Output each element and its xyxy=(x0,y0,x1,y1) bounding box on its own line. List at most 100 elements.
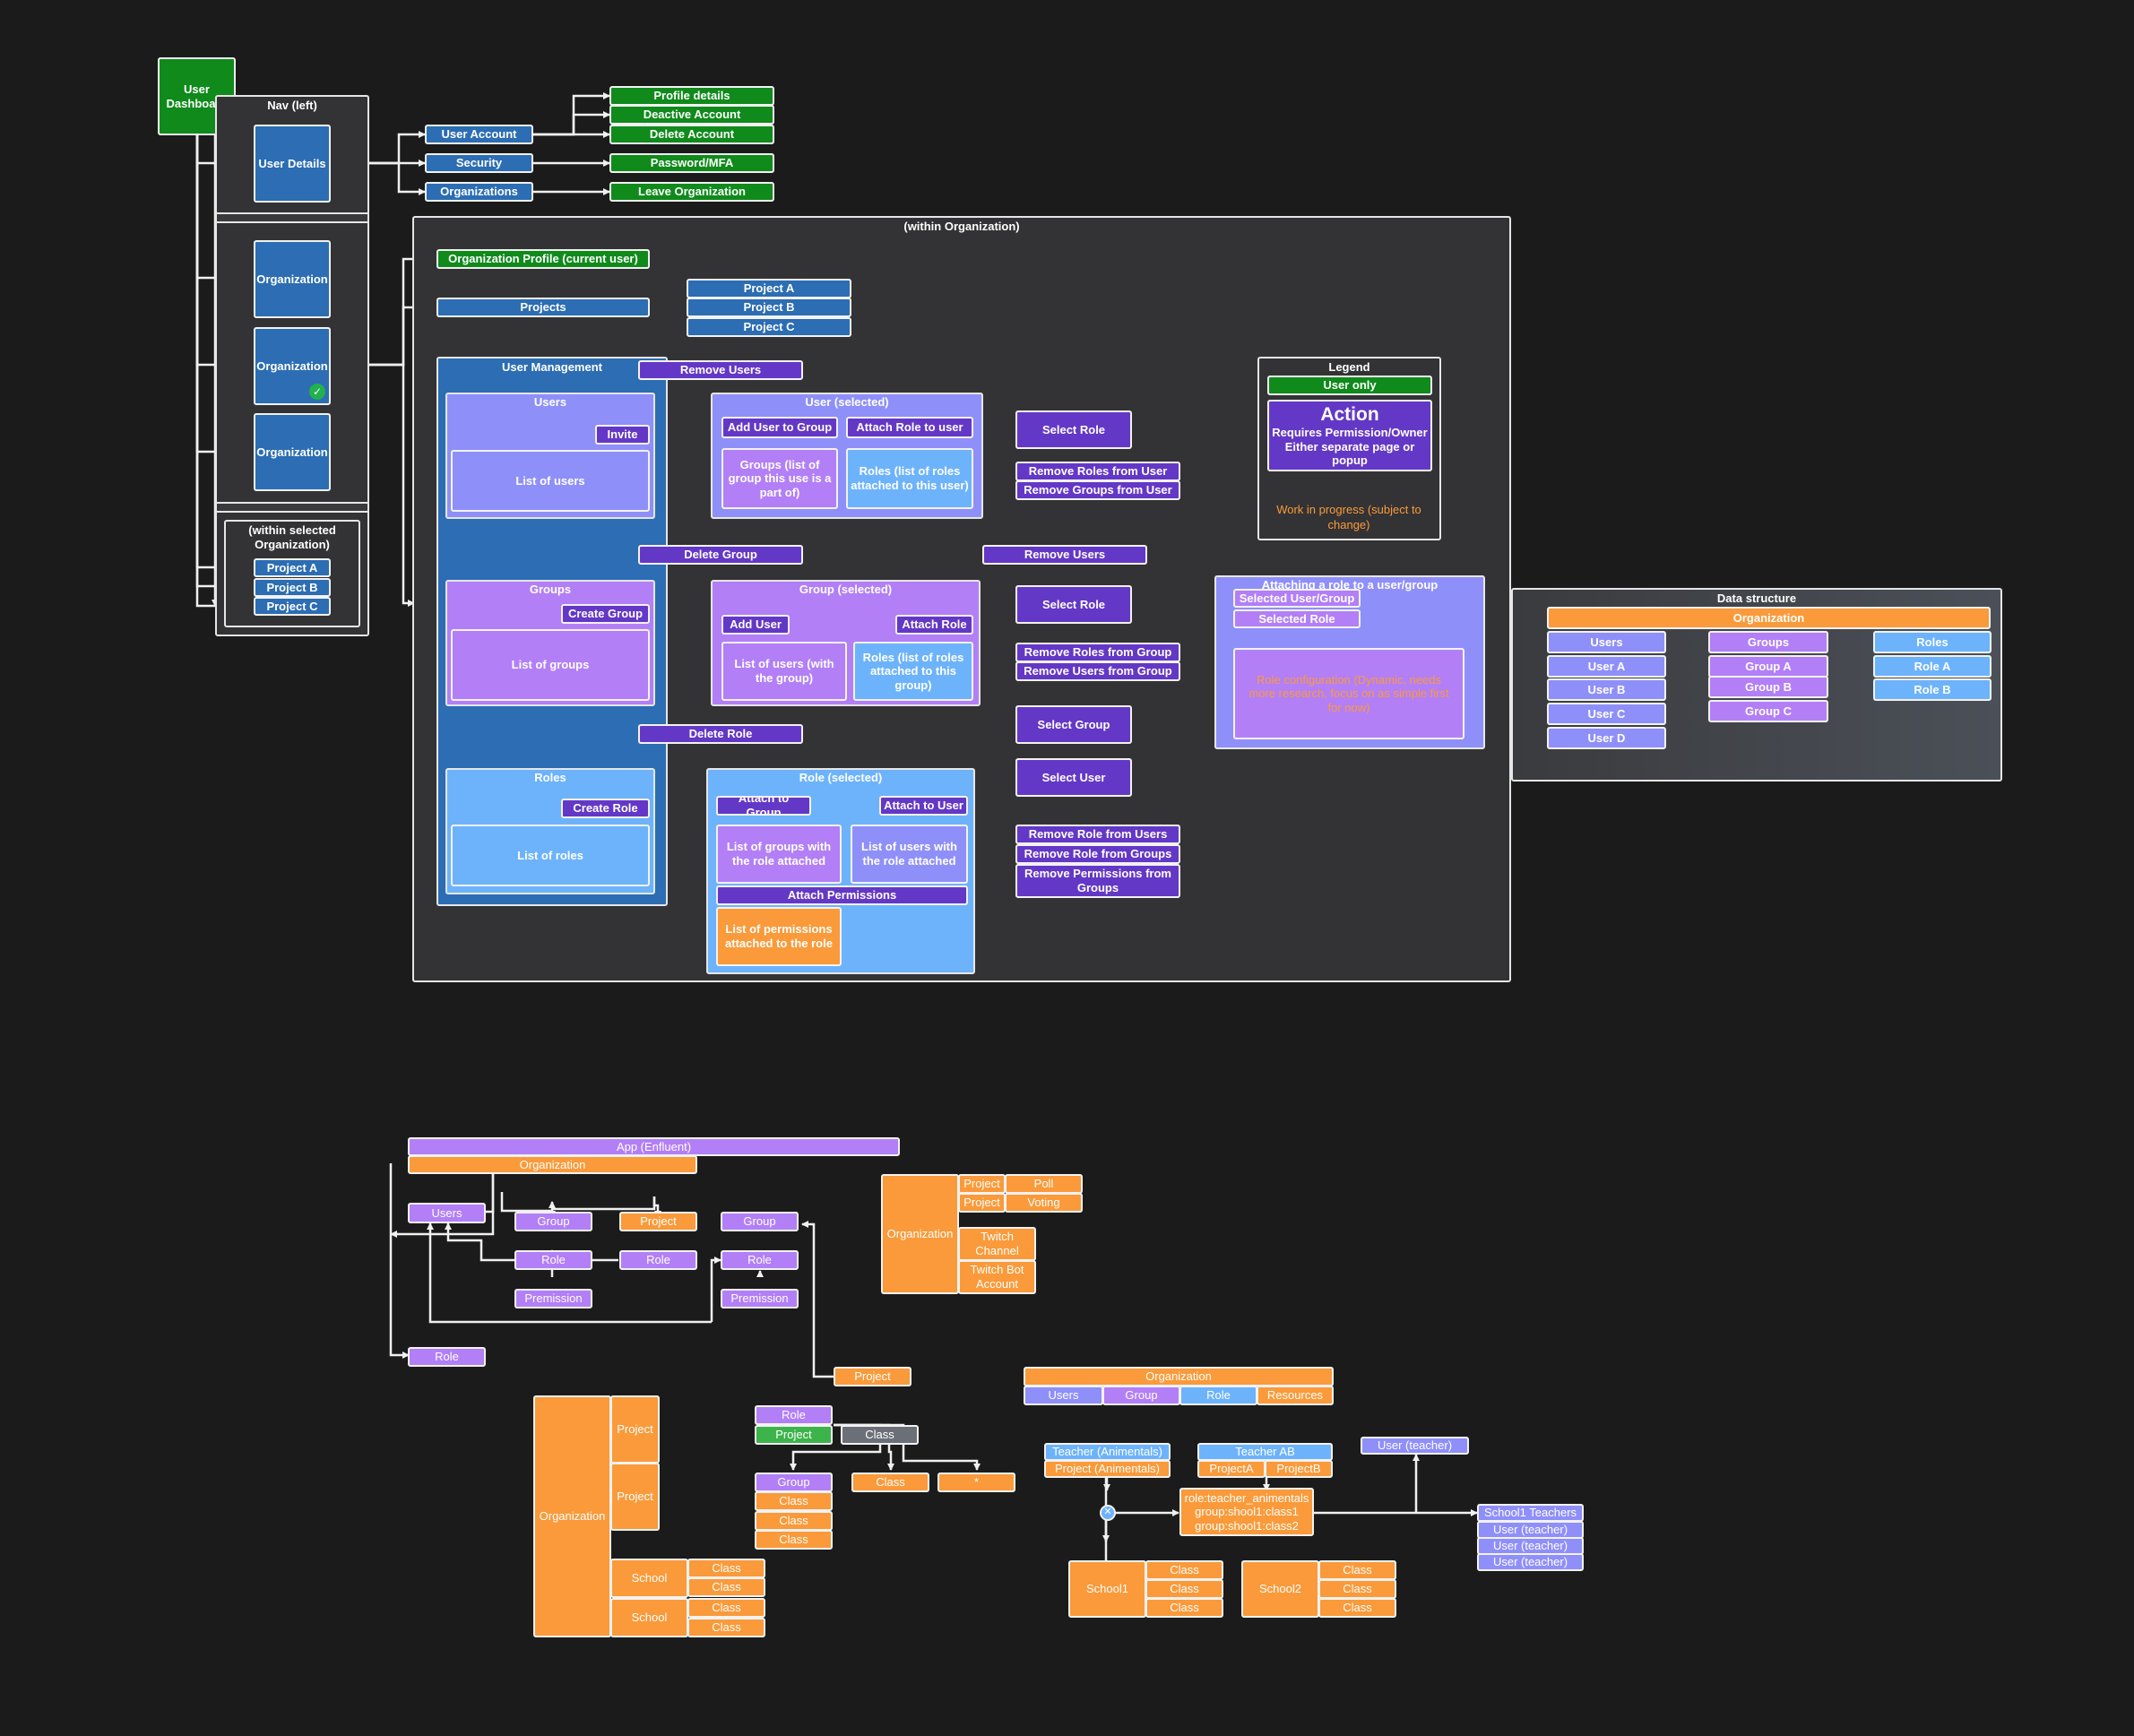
org-school-2[interactable]: School xyxy=(610,1598,688,1637)
select-role-button-1[interactable]: Select Role xyxy=(1015,410,1132,449)
org-categories-organization[interactable]: Organization xyxy=(1024,1367,1334,1386)
attach-role-button[interactable]: Attach Role xyxy=(895,615,973,635)
nav-organization-selected[interactable]: Organization ✓ xyxy=(254,327,331,405)
org-twitch-project-2[interactable]: Project xyxy=(958,1193,1006,1213)
create-group-button[interactable]: Create Group xyxy=(561,604,650,624)
school1-user-teacher-2[interactable]: User (teacher) xyxy=(1477,1537,1584,1555)
org-twitch-project-1[interactable]: Project xyxy=(958,1174,1006,1194)
remove-role-from-groups-button[interactable]: Remove Role from Groups xyxy=(1015,844,1180,864)
rpc-role[interactable]: Role xyxy=(755,1405,833,1425)
security-item[interactable]: Security xyxy=(425,153,533,173)
deactive-account-item[interactable]: Deactive Account xyxy=(609,105,774,125)
org-profile-item[interactable]: Organization Profile (current user) xyxy=(436,249,650,269)
org-twitch-poll[interactable]: Poll xyxy=(1005,1174,1083,1194)
ds-organization[interactable]: Organization xyxy=(1547,607,1991,629)
ds-groups[interactable]: Groups xyxy=(1708,631,1828,653)
teacher-project-b[interactable]: ProjectB xyxy=(1265,1460,1333,1478)
list-of-groups[interactable]: List of groups xyxy=(451,629,650,701)
app-premission[interactable]: Premission xyxy=(514,1289,592,1308)
org-school-project-1[interactable]: Project xyxy=(610,1395,660,1464)
remove-groups-from-user-button[interactable]: Remove Groups from User xyxy=(1015,480,1180,500)
group-users-list[interactable]: List of users (with the group) xyxy=(721,642,847,701)
org-twitch-bot[interactable]: Twitch Bot Account xyxy=(958,1260,1036,1294)
app-group[interactable]: Group xyxy=(514,1212,592,1231)
organizations-item[interactable]: Organizations xyxy=(425,182,533,202)
attach-permissions-button[interactable]: Attach Permissions xyxy=(716,885,968,905)
org-twitch-voting[interactable]: Voting xyxy=(1005,1193,1083,1213)
ds-role-a[interactable]: Role A xyxy=(1873,655,1991,678)
app-enfluent[interactable]: App (Enfluent) xyxy=(408,1137,900,1156)
ds-user-b[interactable]: User B xyxy=(1547,678,1666,701)
remove-users-from-group-button[interactable]: Remove Users from Group xyxy=(1015,661,1180,681)
app-group-2[interactable]: Group xyxy=(721,1212,799,1231)
org-project-b[interactable]: Project B xyxy=(687,298,851,317)
leave-organization-item[interactable]: Leave Organization xyxy=(609,182,774,202)
rpc-group-class-1[interactable]: Class xyxy=(755,1491,833,1511)
org-school-1-class-1[interactable]: Class xyxy=(687,1559,765,1578)
school1-user-teacher-1[interactable]: User (teacher) xyxy=(1477,1521,1584,1539)
delete-account-item[interactable]: Delete Account xyxy=(609,125,774,144)
app-role-3[interactable]: Role xyxy=(721,1250,799,1270)
ds-role-b[interactable]: Role B xyxy=(1873,678,1991,701)
teacher-animentals[interactable]: Teacher (Animentals) xyxy=(1044,1443,1171,1461)
delete-group-button[interactable]: Delete Group xyxy=(638,545,803,565)
remove-role-from-users-button[interactable]: Remove Role from Users xyxy=(1015,825,1180,844)
group-roles-list[interactable]: Roles (list of roles attached to this gr… xyxy=(853,642,973,701)
org-categories-group[interactable]: Group xyxy=(1102,1386,1180,1405)
project-animentals[interactable]: Project (Animentals) xyxy=(1044,1460,1171,1478)
invite-button[interactable]: Invite xyxy=(595,425,650,445)
remove-roles-from-user-button[interactable]: Remove Roles from User xyxy=(1015,462,1180,481)
rpc-group-class-2[interactable]: Class xyxy=(755,1511,833,1531)
list-of-users[interactable]: List of users xyxy=(451,450,650,512)
school2-node[interactable]: School2 xyxy=(1241,1560,1319,1618)
rpc-group-class-3[interactable]: Class xyxy=(755,1530,833,1550)
org-twitch-organization[interactable]: Organization xyxy=(881,1174,959,1294)
role-groups-list[interactable]: List of groups with the role attached xyxy=(716,825,842,884)
school1-teachers[interactable]: School1 Teachers xyxy=(1477,1504,1584,1522)
school1-class-2[interactable]: Class xyxy=(1145,1579,1223,1599)
app-project-bottom[interactable]: Project xyxy=(834,1367,911,1386)
user-roles-list[interactable]: Roles (list of roles attached to this us… xyxy=(846,448,973,509)
app-role[interactable]: Role xyxy=(514,1250,592,1270)
app-role-bottom[interactable]: Role xyxy=(408,1347,486,1367)
app-premission-2[interactable]: Premission xyxy=(721,1289,799,1308)
org-project-a[interactable]: Project A xyxy=(687,279,851,298)
rpc-class[interactable]: Class xyxy=(841,1425,919,1445)
rpc-project[interactable]: Project xyxy=(755,1425,833,1445)
role-permissions-list[interactable]: List of permissions attached to the role xyxy=(716,907,842,966)
delete-role-button[interactable]: Delete Role xyxy=(638,724,803,744)
ds-roles[interactable]: Roles xyxy=(1873,631,1991,653)
org-school-project-2[interactable]: Project xyxy=(610,1463,660,1531)
selected-user-group[interactable]: Selected User/Group xyxy=(1233,589,1361,608)
org-school-2-class-1[interactable]: Class xyxy=(687,1598,765,1618)
ds-user-a[interactable]: User A xyxy=(1547,655,1666,678)
ds-user-c[interactable]: User C xyxy=(1547,703,1666,725)
attach-role-to-user-button[interactable]: Attach Role to user xyxy=(846,417,973,438)
remove-users-button[interactable]: Remove Users xyxy=(638,360,803,380)
ds-group-c[interactable]: Group C xyxy=(1708,700,1828,722)
remove-permissions-from-groups-button[interactable]: Remove Permissions from Groups xyxy=(1015,864,1180,898)
profile-details-item[interactable]: Profile details xyxy=(609,86,774,106)
nav-project-b[interactable]: Project B xyxy=(254,578,331,597)
nav-project-a[interactable]: Project A xyxy=(254,558,331,577)
school1-class-3[interactable]: Class xyxy=(1145,1598,1223,1618)
rpc-star[interactable]: * xyxy=(937,1473,1015,1492)
org-categories-users[interactable]: Users xyxy=(1024,1386,1103,1405)
select-role-button-2[interactable]: Select Role xyxy=(1015,585,1132,624)
user-teacher-top[interactable]: User (teacher) xyxy=(1361,1437,1469,1455)
create-role-button[interactable]: Create Role xyxy=(561,799,650,818)
selected-role[interactable]: Selected Role xyxy=(1233,609,1361,628)
add-user-to-group-button[interactable]: Add User to Group xyxy=(721,417,838,438)
org-school-organization[interactable]: Organization xyxy=(533,1395,611,1637)
ds-group-a[interactable]: Group A xyxy=(1708,655,1828,678)
school2-class-3[interactable]: Class xyxy=(1318,1598,1396,1618)
ds-user-d[interactable]: User D xyxy=(1547,727,1666,749)
rpc-group[interactable]: Group xyxy=(755,1473,833,1492)
attach-to-group-button[interactable]: Attach to Group xyxy=(716,796,811,816)
add-user-button[interactable]: Add User xyxy=(721,615,790,635)
role-users-list[interactable]: List of users with the role attached xyxy=(851,825,968,884)
list-of-roles[interactable]: List of roles xyxy=(451,825,650,886)
ds-users[interactable]: Users xyxy=(1547,631,1666,653)
nav-organization-1[interactable]: Organization xyxy=(254,240,331,318)
app-role-2[interactable]: Role xyxy=(619,1250,697,1270)
